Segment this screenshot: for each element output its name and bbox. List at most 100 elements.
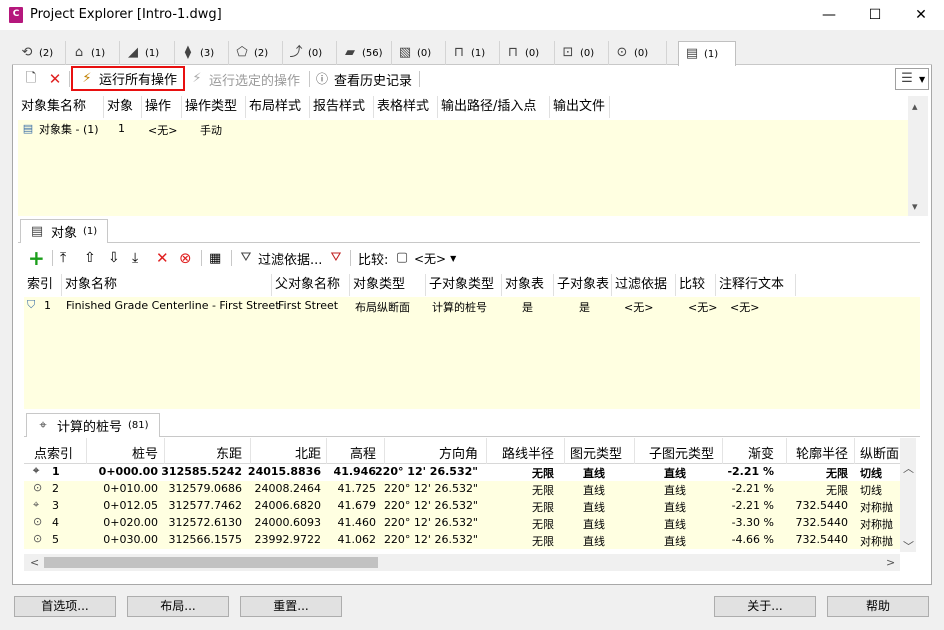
tab-surface[interactable]: ◢ (1) [120,41,175,65]
column-header[interactable]: 渐变 [748,443,774,462]
column-header[interactable]: 操作类型 [182,96,246,118]
remove-object-button[interactable]: ✕ [156,247,169,269]
column-header[interactable]: 东距 [216,443,242,462]
column-divider [854,438,855,464]
tab-featureline[interactable]: ⤴ (0) [283,41,337,65]
tab-pipe[interactable]: ⊓ (0) [500,41,555,65]
object-name: Finished Grade Centerline - First Street [66,299,280,312]
column-header[interactable]: 对象集名称 [18,96,104,118]
cell-idx: 3 [52,499,59,512]
table-row[interactable]: ⊙ 4 0+020.00 312572.6130 24000.6093 41.460 220… [24,515,900,532]
tab-alignment[interactable]: ⟲ (2) [14,41,66,65]
layout-button[interactable]: 布局... [127,596,229,617]
column-header[interactable]: 输出文件 [550,96,610,118]
tab-profile[interactable]: ⌂ (1) [66,41,120,65]
clear-circle-icon: ⊗ [179,249,192,267]
minimize-button[interactable]: — [806,0,852,30]
column-header[interactable]: 北距 [295,443,321,462]
cell-prof: 切线 [860,467,882,480]
column-header[interactable]: 子图元类型 [649,443,714,462]
hscroll-thumb[interactable] [44,557,378,568]
table-button[interactable]: ▦ [209,247,221,269]
column-header[interactable]: 纵断面 [860,443,899,462]
column-header[interactable]: 输出路径/插入点 [438,96,550,118]
tab-structure[interactable]: ⊓ (1) [446,41,500,65]
column-header[interactable]: 轮廓半径 [796,443,848,462]
column-header[interactable]: 布局样式 [246,96,310,118]
column-header[interactable]: 高程 [350,443,376,462]
column-header[interactable]: 父对象名称 [272,274,350,296]
objectset-scrollbar[interactable] [908,96,928,216]
column-header[interactable]: 桩号 [132,443,158,462]
column-header[interactable]: 比较 [676,274,716,296]
compare-dropdown[interactable]: ▢ <无> ▼ [394,247,456,269]
column-header[interactable]: 注释行文本 [716,274,796,296]
scroll-left-icon[interactable]: < [30,556,39,569]
move-bottom-button[interactable]: ⤓ [132,247,138,269]
compare-value: <无> [414,251,447,266]
scroll-right-icon[interactable]: > [886,556,895,569]
layout-menu-button[interactable]: ☰ ▼ [895,68,930,90]
cell-sub: 直线 [664,501,686,514]
run-all-button[interactable]: ⚡ 运行所有操作 [71,66,186,91]
column-header[interactable]: 子对象类型 [426,274,502,296]
column-header[interactable]: 操作 [142,96,182,118]
column-header[interactable]: 对象类型 [350,274,426,296]
tab-assembly[interactable]: ▰ (56) [337,41,392,65]
run-selected-button[interactable]: ⚡ 运行选定的操作 [189,68,300,90]
section-icon: ⊡ [562,45,574,60]
scroll-up-icon[interactable]: ▴ [912,100,918,113]
remove-all-button[interactable]: ⊗ [179,247,192,269]
tab-count: (0) [417,47,432,59]
filter-by-button[interactable]: ⛛ 过滤依据... [238,247,323,269]
scroll-down-icon[interactable]: ▾ [912,200,918,213]
preferences-button[interactable]: 首选项... [14,596,116,617]
column-header[interactable]: 子对象表 [554,274,612,296]
maximize-button[interactable]: ☐ [852,0,898,30]
help-button[interactable]: 帮助 [827,596,929,617]
scroll-up-icon[interactable]: ︿ [903,460,914,476]
tab-objectset[interactable]: ▤ (1) [678,41,736,66]
move-up-button[interactable]: ⇧ [84,247,96,269]
tab-objects[interactable]: ▤ 对象 (1) [20,219,109,243]
table-row[interactable]: ⊙ 2 0+010.00 312579.0686 24008.2464 41.725 220… [24,481,900,498]
column-header[interactable]: 点索引 [34,443,73,462]
new-objectset-button[interactable]: 🗋 [23,68,39,90]
dropdown-arrow-icon: ▼ [919,74,926,84]
cell-dir: 220° 12' 26.532" [383,533,478,546]
tab-view[interactable]: ⊙ (0) [609,41,667,65]
about-button[interactable]: 关于... [714,596,816,617]
column-header[interactable]: 图元类型 [570,443,622,462]
tab-parcel[interactable]: ▧ (0) [392,41,446,65]
scroll-down-icon[interactable]: ﹀ [903,538,914,554]
objectset-row[interactable]: ▤ 对象集 - (1) [20,121,99,137]
cell-sub: 直线 [664,535,686,548]
column-header[interactable]: 对象 [104,96,142,118]
view-history-button[interactable]: ⓘ 查看历史记录 [314,68,412,90]
move-top-button[interactable]: ⤒ [60,247,66,269]
column-header[interactable]: 方向角 [439,443,478,462]
close-button[interactable]: ✕ [898,0,944,30]
column-header[interactable]: 路线半径 [502,443,554,462]
tab-computed-stations[interactable]: ⌖ 计算的桩号 (81) [26,413,160,437]
table-row[interactable]: ⊙ 5 0+030.00 312566.1575 23992.9722 41.062 220… [24,532,900,549]
table-row[interactable]: ⌖ 3 0+012.05 312577.7462 24006.6820 41.679 220… [24,498,900,515]
clear-filter-button[interactable]: ⛛ [328,247,344,269]
tab-site[interactable]: ⬠ (2) [229,41,283,65]
column-header[interactable]: 过滤依据 [612,274,676,296]
reset-button[interactable]: 重置... [240,596,342,617]
column-header[interactable]: 对象表 [502,274,554,296]
object-annotation: <无> [730,301,760,314]
column-header[interactable]: 对象名称 [62,274,272,296]
tab-corridor[interactable]: ⧫ (3) [175,41,229,65]
objects-row[interactable]: ⛉ 1 Finished Grade Centerline - First St… [24,298,920,315]
tab-section[interactable]: ⊡ (0) [555,41,609,65]
stations-vscrollbar[interactable] [900,438,916,552]
column-header[interactable]: 索引 [24,274,62,296]
move-down-button[interactable]: ⇩ [108,247,120,269]
column-header[interactable]: 报告样式 [310,96,374,118]
add-object-button[interactable]: + [28,246,45,270]
delete-objectset-button[interactable]: ✕ [47,68,63,90]
table-row[interactable]: ⌖ 1 0+000.00 312585.5242 24015.8836 41.946 220… [24,464,900,481]
column-header[interactable]: 表格样式 [374,96,438,118]
